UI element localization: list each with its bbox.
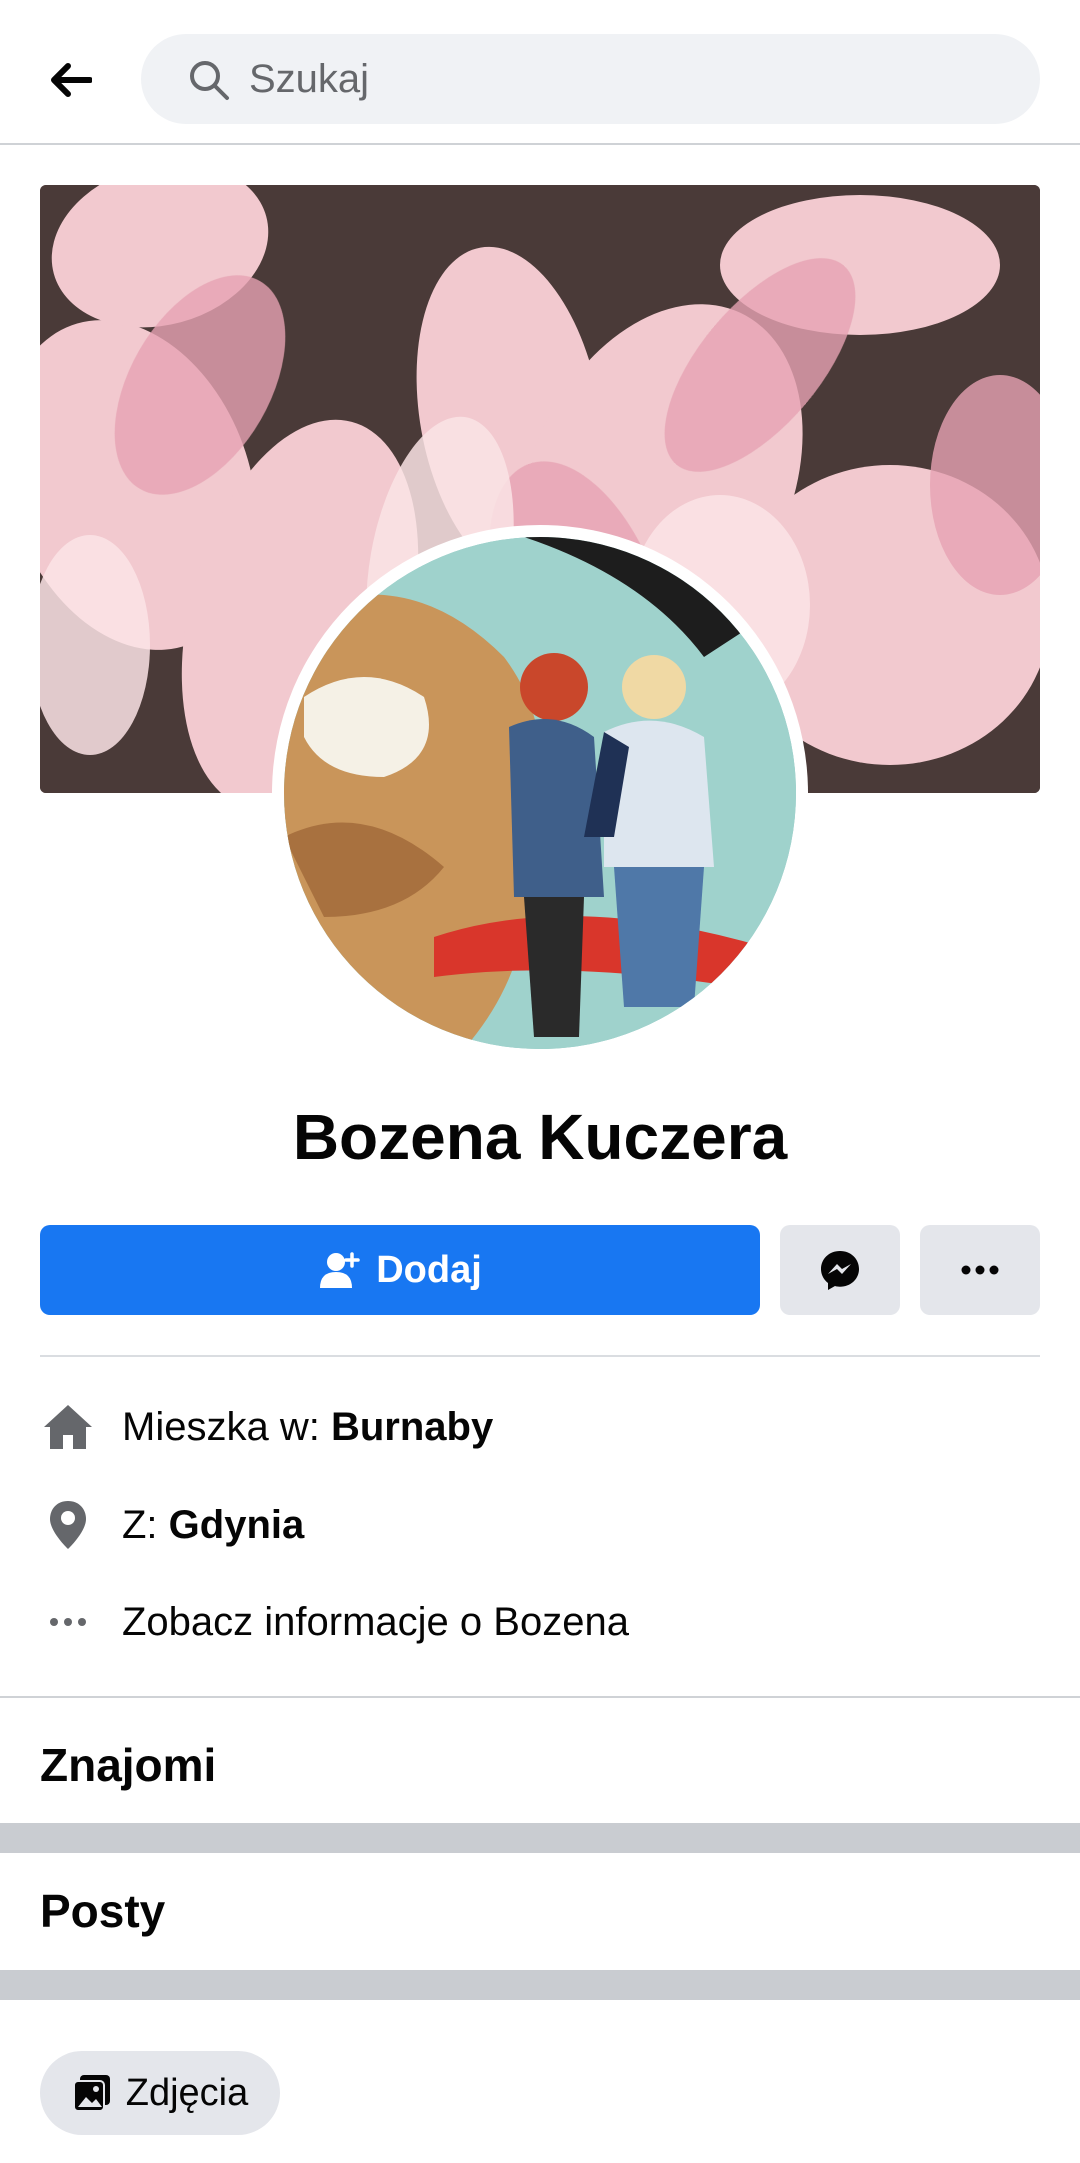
photos-label: Zdjęcia bbox=[125, 2071, 249, 2114]
messenger-icon bbox=[821, 1251, 859, 1290]
section-divider bbox=[0, 1696, 1080, 1698]
back-button[interactable] bbox=[40, 50, 100, 110]
photos-button[interactable]: Zdjęcia bbox=[40, 2051, 280, 2135]
search-input[interactable] bbox=[249, 34, 1009, 124]
hometown-row: Z: Gdynia bbox=[40, 1490, 1040, 1560]
home-icon bbox=[40, 1399, 96, 1455]
avatar-image bbox=[284, 537, 796, 1049]
search-icon bbox=[190, 61, 229, 100]
add-friend-button[interactable]: Dodaj bbox=[40, 1225, 760, 1315]
messenger-button[interactable] bbox=[780, 1225, 900, 1315]
more-icon bbox=[961, 1265, 999, 1275]
top-bar bbox=[0, 0, 1080, 145]
friends-section-title[interactable]: Znajomi bbox=[40, 1738, 216, 1792]
add-friend-label: Dodaj bbox=[376, 1248, 482, 1291]
more-dots-icon bbox=[40, 1594, 96, 1650]
see-about-row[interactable]: Zobacz informacje o Bozena bbox=[40, 1587, 1040, 1657]
lives-in-row: Mieszka w: Burnaby bbox=[40, 1392, 1040, 1462]
location-pin-icon bbox=[40, 1497, 96, 1553]
posts-section-title: Posty bbox=[40, 1885, 166, 1937]
add-friend-icon bbox=[320, 1252, 360, 1288]
lives-in-city[interactable]: Burnaby bbox=[331, 1405, 493, 1450]
see-about-link[interactable]: Zobacz informacje o Bozena bbox=[122, 1600, 629, 1645]
more-options-button[interactable] bbox=[920, 1225, 1040, 1315]
lives-in-prefix: Mieszka w: bbox=[122, 1404, 331, 1449]
back-arrow-icon bbox=[51, 63, 92, 97]
profile-name: Bozena Kuczera bbox=[292, 1101, 788, 1173]
hometown-prefix: Z: bbox=[122, 1502, 169, 1547]
intro-divider bbox=[40, 1355, 1040, 1357]
hometown-city[interactable]: Gdynia bbox=[169, 1503, 305, 1548]
search-bar[interactable] bbox=[141, 34, 1040, 124]
profile-avatar[interactable] bbox=[284, 537, 796, 1049]
section-separator bbox=[0, 1970, 1080, 2000]
section-separator bbox=[0, 1823, 1080, 1853]
photos-icon bbox=[72, 2075, 110, 2112]
